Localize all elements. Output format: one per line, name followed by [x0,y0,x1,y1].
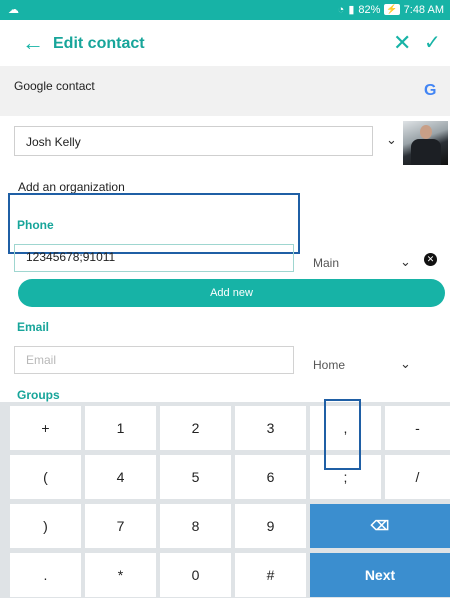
email-type-select[interactable]: Home [313,358,345,372]
status-time: 7:48 AM [403,3,444,16]
page-title: Edit contact [53,35,145,52]
phone-type-select[interactable]: Main [313,256,339,270]
battery-icon: ⚡ [384,4,400,15]
remove-phone-icon[interactable]: ✕ [424,253,437,266]
google-badge-text: G [424,82,437,99]
check-icon[interactable]: ✓ [424,30,441,55]
photo-head [420,125,432,139]
google-icon: G [424,82,436,100]
key-dash[interactable]: - [385,406,450,450]
key-close-paren[interactable]: ) [10,504,81,548]
close-icon[interactable]: ✕ [393,30,411,56]
email-section-title: Email [17,320,50,334]
photo-suit [411,139,441,165]
back-arrow-icon[interactable]: ← [22,30,44,56]
signal-icon: ▮ [348,4,355,16]
wifi-icon: ◔ [337,3,345,16]
key-1[interactable]: 1 [85,406,156,450]
name-value: Josh Kelly [26,135,81,149]
key-open-paren[interactable]: ( [10,455,81,499]
key-slash[interactable]: / [385,455,450,499]
phone-type-chevron-icon[interactable]: ⌄ [400,254,411,270]
status-bar: ☁ ◔ ▮ 82% ⚡ 7:48 AM [0,0,450,20]
phone-value: 12345678;91011 [26,250,116,264]
status-right: ◔ ▮ 82% ⚡ 7:48 AM [337,3,444,17]
add-new-phone-button[interactable]: Add new [18,279,445,307]
key-3[interactable]: 3 [235,406,306,450]
key-asterisk[interactable]: * [85,553,156,597]
battery-percent: 82% [358,3,381,16]
contact-photo[interactable] [403,121,448,165]
groups-section-title: Groups [17,388,60,402]
backspace-icon: ⌫ [370,518,390,533]
key-7[interactable]: 7 [85,504,156,548]
key-period[interactable]: . [10,553,81,597]
add-organization-link[interactable]: Add an organization [18,180,125,194]
email-placeholder: Email [26,353,57,367]
key-9[interactable]: 9 [235,504,306,548]
numeric-keyboard: + 1 2 3 , - ( 4 5 6 ; / ) 7 8 9 ⌫ . * 0 … [0,402,450,598]
key-6[interactable]: 6 [235,455,306,499]
key-next[interactable]: Next [310,553,450,597]
key-plus[interactable]: + [10,406,81,450]
notification-icon: ☁ [8,4,19,16]
comma-key-highlight-box [324,399,361,470]
account-label: Google contact [14,79,95,93]
key-4[interactable]: 4 [85,455,156,499]
key-hash[interactable]: # [235,553,306,597]
key-2[interactable]: 2 [160,406,231,450]
key-5[interactable]: 5 [160,455,231,499]
email-type-chevron-icon[interactable]: ⌄ [400,356,411,372]
key-0[interactable]: 0 [160,553,231,597]
key-backspace[interactable]: ⌫ [310,504,450,548]
key-8[interactable]: 8 [160,504,231,548]
name-expand-chevron-icon[interactable]: ⌄ [386,132,397,148]
